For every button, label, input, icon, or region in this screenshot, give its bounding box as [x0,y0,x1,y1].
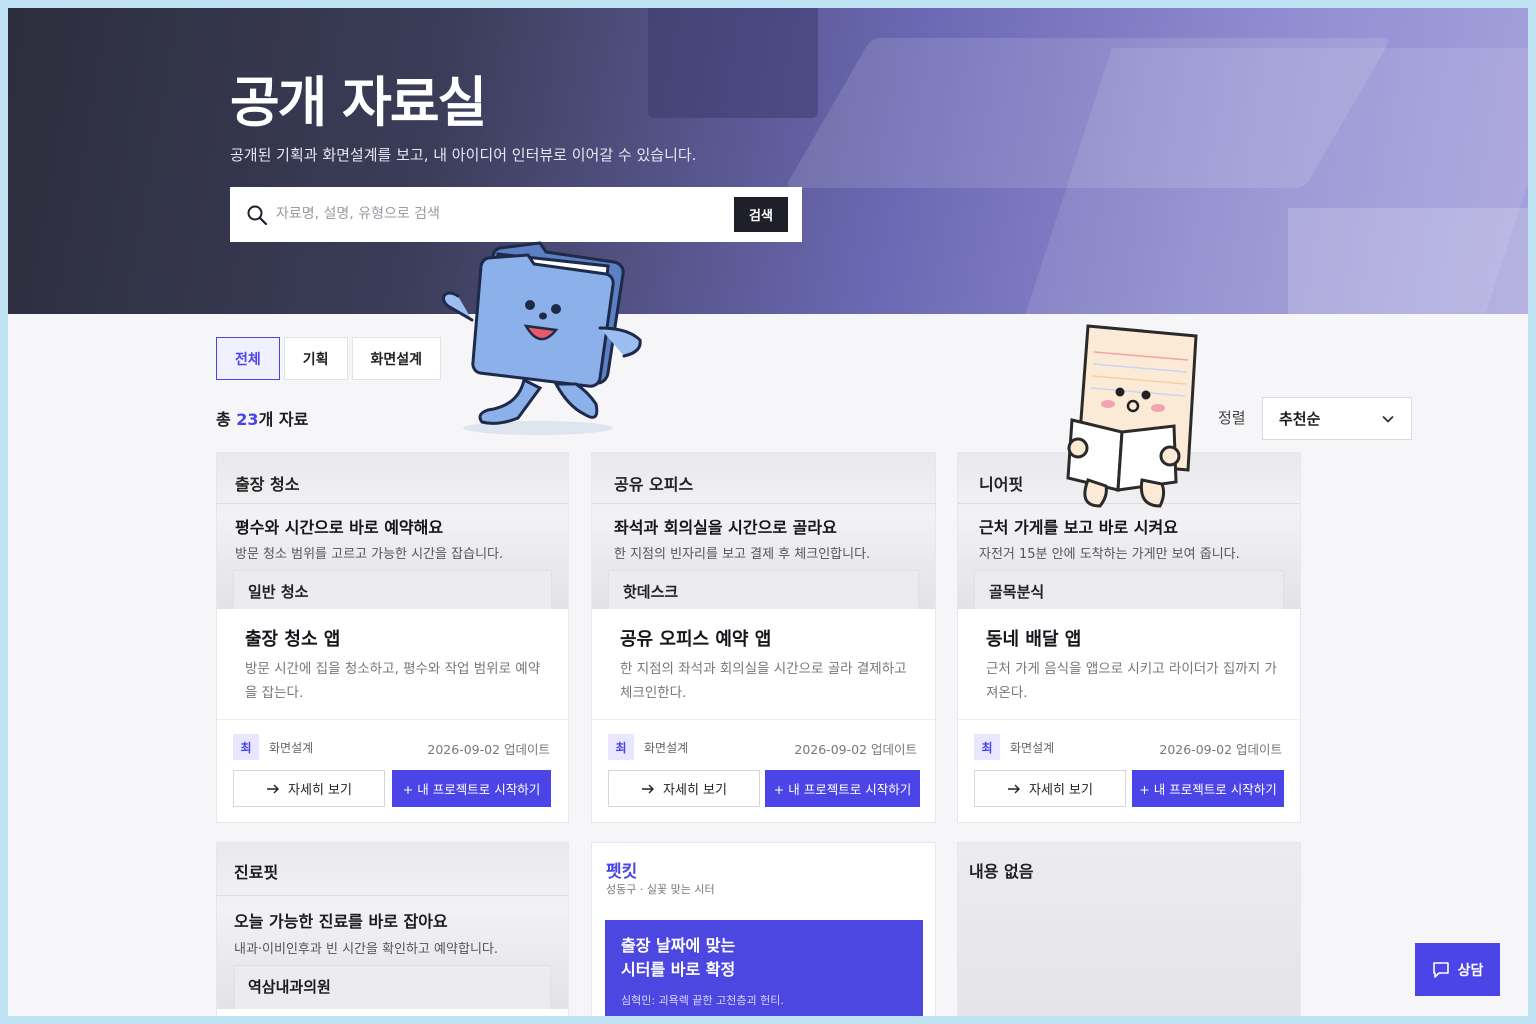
count-number: 23 [236,410,259,429]
page-frame: 공개 자료실 공개된 기획과 화면설계를 보고, 내 아이디어 인터뷰로 이어갈… [8,8,1528,1016]
banner-line: 출장 날짜에 맞는 [621,936,736,955]
card-updated-date: 2026-09-02 업데이트 [427,742,550,757]
preview-brand: 펫킷 [606,862,638,882]
preview-description: 방문 청소 범위를 고르고 가능한 시간을 잡습니다. [235,547,504,562]
preview-headline: 평수와 시간으로 바로 예약해요 [235,518,444,537]
card-divider [217,719,568,720]
card-description: 한 지점의 좌석과 회의실을 시간으로 골라 결제하고 체크인한다. [620,661,907,701]
card-updated-date: 2026-09-02 업데이트 [794,742,917,757]
card-category: 화면설계 [1010,741,1055,755]
preview-description: 자전거 15분 안에 도착하는 가게만 보여 줍니다. [979,547,1240,562]
preview-description: 내과·이비인후과 빈 시간을 확인하고 예약합니다. [234,942,498,957]
hero-decoration [1288,208,1528,314]
hero-decoration [648,8,818,118]
paper-mascot-illustration [1066,324,1198,508]
search-input[interactable] [276,199,716,229]
count-prefix: 총 [216,410,237,429]
card-updated-date: 2026-09-02 업데이트 [1159,742,1282,757]
chat-button-label: 상담 [1457,962,1484,979]
view-detail-button[interactable]: 자세히 보기 [233,770,385,807]
card-category: 화면설계 [644,741,689,755]
page-subtitle: 공개된 기획과 화면설계를 보고, 내 아이디어 인터뷰로 이어갈 수 있습니다… [230,146,697,164]
preview-headline: 근처 가게를 보고 바로 시켜요 [979,518,1178,537]
preview-brand: 출장 청소 [235,475,300,494]
preview-chip: 핫데스크 [608,570,919,609]
resource-card: 공유 오피스 좌석과 회의실을 시간으로 골라요 한 지점의 빈자리를 보고 결… [591,452,936,823]
filter-tabs: 전체 기획 화면설계 [216,337,442,380]
preview-divider [217,895,568,896]
empty-state-text: 내용 없음 [969,862,1034,881]
card-divider [958,719,1300,720]
preview-headline: 좌석과 회의실을 시간으로 골라요 [614,518,837,537]
sort-label: 정렬 [1218,409,1246,427]
preview-divider [592,503,935,504]
resource-card: 펫킷 성동구 · 실꽃 맞는 시터 출장 날짜에 맞는 시터를 바로 확정 심혁… [591,842,936,1016]
card-title: 출장 청소 앱 [245,629,341,650]
tab-planning[interactable]: 기획 [283,337,348,380]
preview-banner: 출장 날짜에 맞는 시터를 바로 확정 심혁민: 괴욕렉 끝한 고천층괴 헌티. [605,920,923,1016]
preview-description: 한 지점의 빈자리를 보고 결제 후 체크인합니다. [614,547,871,562]
view-detail-label: 자세히 보기 [288,783,352,798]
card-title: 공유 오피스 예약 앱 [620,629,772,650]
preview-chip: 역삼내과의원 [234,965,551,1009]
view-detail-label: 자세히 보기 [1029,783,1093,798]
sort-selected-value: 추천순 [1279,410,1321,428]
banner-caption: 심혁민: 괴욕렉 끝한 고천층괴 헌티. [621,994,784,1007]
preview-headline: 오늘 가능한 진료를 바로 잡아요 [234,912,448,931]
arrow-right-icon [642,784,655,793]
preview-brand: 공유 오피스 [614,475,694,494]
card-divider [592,719,935,720]
author-avatar: 최 [608,734,634,760]
preview-chip: 일반 청소 [233,570,552,609]
preview-chip: 골목분식 [974,570,1284,609]
preview-brand: 니어핏 [979,475,1024,494]
hero-banner: 공개 자료실 공개된 기획과 화면설계를 보고, 내 아이디어 인터뷰로 이어갈… [8,8,1528,314]
author-avatar: 최 [233,734,259,760]
search-button[interactable]: 검색 [734,197,788,232]
preview-divider [217,503,568,504]
author-avatar: 최 [974,734,1000,760]
folder-mascot-illustration [442,241,642,435]
page-title: 공개 자료실 [230,71,487,134]
chat-icon [1432,961,1449,978]
result-count: 총 23개 자료 [216,406,308,430]
card-preview: 진료핏 오늘 가능한 진료를 바로 잡아요 내과·이비인후과 빈 시간을 확인하… [217,843,568,1009]
card-description: 근처 가게 음식을 앱으로 시키고 라이더가 집까지 가져온다. [986,661,1277,701]
view-detail-button[interactable]: 자세히 보기 [974,770,1126,807]
start-project-button[interactable]: + 내 프로젝트로 시작하기 [392,770,551,807]
chat-consult-button[interactable]: 상담 [1415,943,1500,996]
view-detail-label: 자세히 보기 [663,783,727,798]
preview-brand: 진료핏 [234,863,279,882]
banner-line: 시터를 바로 확정 [621,960,736,979]
resource-card: 내용 없음 [957,842,1301,1016]
search-icon [247,205,268,226]
card-description: 방문 시간에 집을 청소하고, 평수와 작업 범위로 예약을 잡는다. [245,661,541,701]
card-preview: 공유 오피스 좌석과 회의실을 시간으로 골라요 한 지점의 빈자리를 보고 결… [592,453,935,609]
card-preview: 출장 청소 평수와 시간으로 바로 예약해요 방문 청소 범위를 고르고 가능한… [217,453,568,609]
tab-all[interactable]: 전체 [216,337,280,380]
start-project-button[interactable]: + 내 프로젝트로 시작하기 [1132,770,1284,807]
resource-card: 진료핏 오늘 가능한 진료를 바로 잡아요 내과·이비인후과 빈 시간을 확인하… [216,842,569,1016]
card-category: 화면설계 [269,741,314,755]
count-suffix: 개 자료 [258,410,309,429]
sort-select[interactable]: 추천순 [1262,397,1412,440]
arrow-right-icon [1008,784,1021,793]
view-detail-button[interactable]: 자세히 보기 [608,770,760,807]
resource-card: 출장 청소 평수와 시간으로 바로 예약해요 방문 청소 범위를 고르고 가능한… [216,452,569,823]
start-project-button[interactable]: + 내 프로젝트로 시작하기 [765,770,920,807]
card-title: 동네 배달 앱 [986,629,1082,650]
chevron-down-icon [1382,415,1394,423]
arrow-right-icon [267,784,280,793]
preview-tagline: 성동구 · 실꽃 맞는 시터 [606,883,715,896]
